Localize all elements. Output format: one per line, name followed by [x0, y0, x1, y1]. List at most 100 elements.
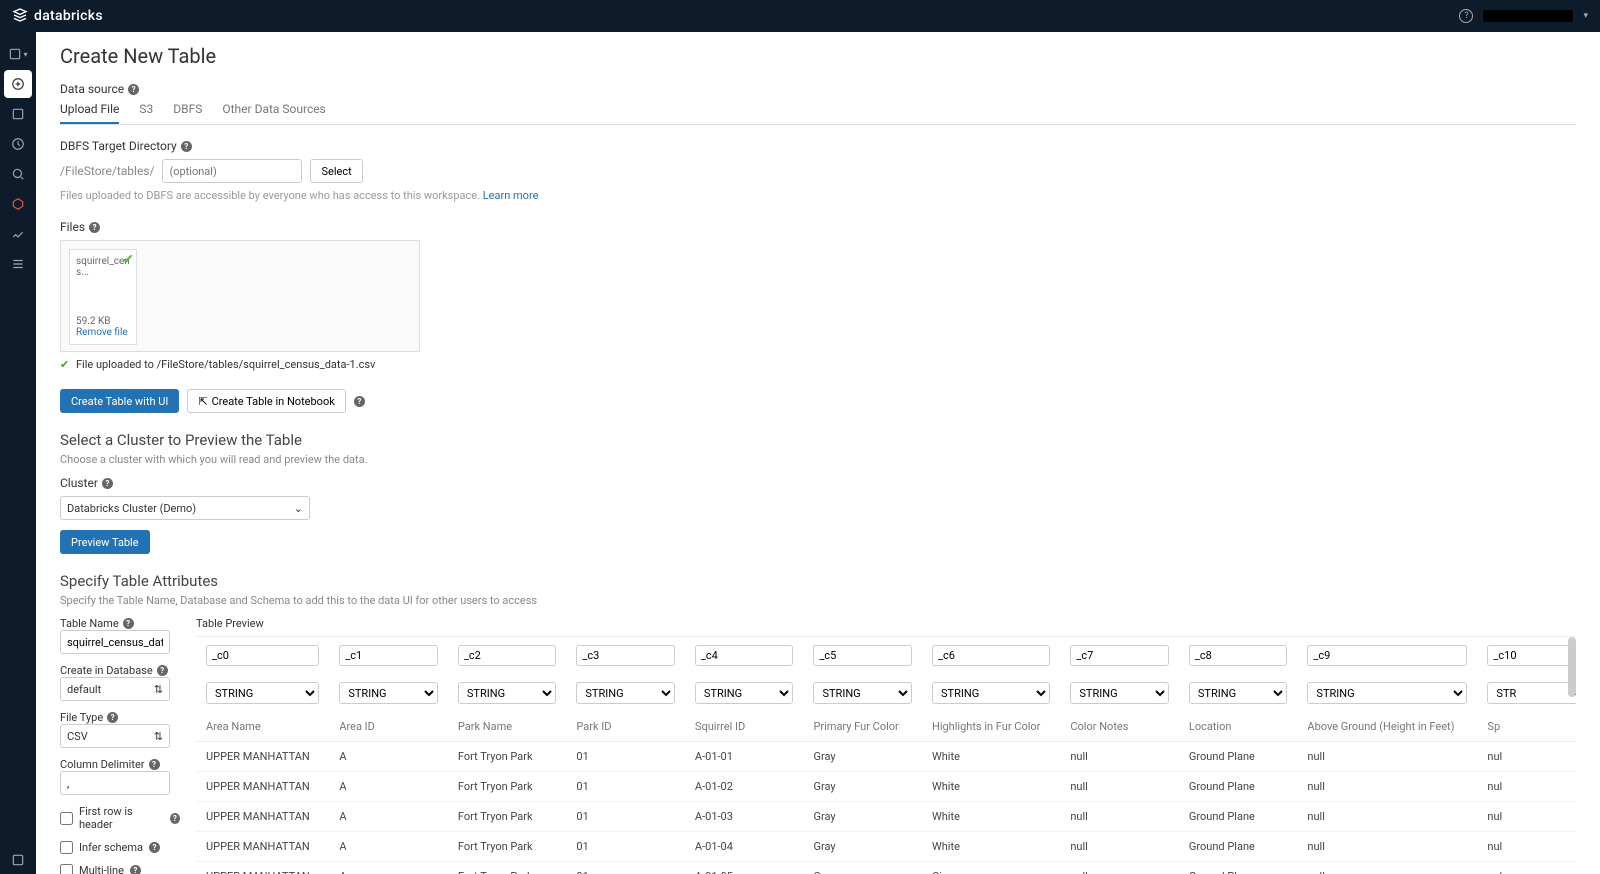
table-cell: A [329, 772, 448, 802]
dbfs-path-input[interactable] [162, 159, 302, 183]
tab-dbfs[interactable]: DBFS [173, 102, 202, 124]
table-row: UPPER MANHATTANAFort Tryon Park01A-01-04… [196, 832, 1576, 862]
table-cell: null [1297, 742, 1477, 772]
table-cell: Ground Plane [1179, 802, 1298, 832]
info-icon[interactable]: ? [149, 842, 160, 853]
table-row: UPPER MANHATTANAFort Tryon Park01A-01-02… [196, 772, 1576, 802]
column-type-select[interactable]: STRING [1189, 682, 1288, 704]
info-icon[interactable]: ? [130, 865, 141, 874]
filetype-select[interactable]: CSV⇅ [60, 724, 170, 748]
table-cell: Fort Tryon Park [448, 802, 567, 832]
column-type-select[interactable]: STR [1487, 682, 1576, 704]
tab-s3[interactable]: S3 [139, 102, 153, 124]
table-cell: UPPER MANHATTAN [196, 802, 329, 832]
attributes-panel: Table Name? Create in Database? default⇅… [60, 617, 180, 874]
cluster-sub: Choose a cluster with which you will rea… [60, 453, 1576, 466]
info-icon[interactable]: ? [170, 813, 180, 824]
create-table-ui-button[interactable]: Create Table with UI [60, 389, 179, 413]
sidebar-item-workspace[interactable] [4, 100, 32, 128]
sidebar: ▾ [0, 32, 36, 874]
sidebar-item-bottom[interactable] [4, 846, 32, 874]
sidebar-item-search[interactable] [4, 160, 32, 188]
column-type-select[interactable]: STRING [1070, 682, 1169, 704]
column-type-select[interactable]: STRING [932, 682, 1050, 704]
info-icon[interactable]: ? [89, 222, 100, 233]
create-table-notebook-button[interactable]: ⇱ Create Table in Notebook [187, 389, 345, 413]
attrs-title: Specify Table Attributes [60, 572, 1576, 590]
column-name-input[interactable] [206, 645, 319, 666]
table-cell: 01 [566, 862, 685, 874]
table-cell: A-01-03 [685, 802, 804, 832]
chevron-down-icon[interactable]: ▾ [1583, 11, 1588, 21]
column-type-select[interactable]: STRING [206, 682, 319, 704]
checkbox[interactable] [60, 812, 73, 825]
column-name-input[interactable] [813, 645, 912, 666]
sidebar-item-recents[interactable] [4, 130, 32, 158]
column-name-input[interactable] [576, 645, 675, 666]
column-name-input[interactable] [458, 645, 557, 666]
cluster-select[interactable]: Databricks Cluster (Demo) ⌄ [60, 496, 310, 520]
remove-file-link[interactable]: Remove file [76, 327, 130, 338]
info-icon[interactable]: ? [157, 665, 168, 676]
column-type-select[interactable]: STRING [813, 682, 912, 704]
table-name-input[interactable] [60, 630, 170, 654]
column-header: Park Name [448, 712, 567, 742]
multi-line-checkbox[interactable]: Multi-line ? [60, 864, 180, 874]
first-row-header-checkbox[interactable]: First row is header ? [60, 805, 180, 831]
column-type-select[interactable]: STRING [339, 682, 438, 704]
table-cell: 01 [566, 772, 685, 802]
tab-other[interactable]: Other Data Sources [222, 102, 325, 124]
sidebar-item-menu[interactable]: ▾ [4, 40, 32, 68]
page-title: Create New Table [60, 44, 1576, 68]
info-icon[interactable]: ? [354, 396, 365, 407]
db-value: default [67, 683, 101, 696]
sidebar-item-compute[interactable] [4, 220, 32, 248]
help-icon[interactable]: ? [1459, 9, 1473, 23]
column-name-input[interactable] [1189, 645, 1288, 666]
sidebar-item-create[interactable] [4, 70, 32, 98]
info-icon[interactable]: ? [149, 759, 160, 770]
column-type-select[interactable]: STRING [1307, 682, 1467, 704]
sidebar-item-jobs[interactable] [4, 250, 32, 278]
upload-dropzone[interactable]: ✔ squirrel_cens... 59.2 KB Remove file [60, 240, 420, 352]
file-size: 59.2 KB [76, 316, 130, 327]
sidebar-item-data[interactable] [4, 190, 32, 218]
info-icon[interactable]: ? [123, 618, 134, 629]
delimiter-input[interactable] [60, 771, 170, 795]
column-type-select[interactable]: STRING [458, 682, 557, 704]
checkbox[interactable] [60, 841, 73, 854]
external-icon: ⇱ [198, 395, 207, 408]
db-label: Create in Database [60, 664, 153, 677]
tab-upload-file[interactable]: Upload File [60, 102, 119, 124]
user-menu[interactable] [1483, 10, 1573, 22]
column-name-input[interactable] [695, 645, 794, 666]
column-type-select[interactable]: STRING [695, 682, 794, 704]
cb-label: Infer schema [79, 841, 143, 854]
infer-schema-checkbox[interactable]: Infer schema ? [60, 841, 180, 854]
table-cell: Cinnamon [922, 862, 1060, 874]
preview-label: Table Preview [196, 617, 1576, 630]
preview-table-button[interactable]: Preview Table [60, 530, 150, 554]
table-cell: Fort Tryon Park [448, 862, 567, 874]
column-name-input[interactable] [932, 645, 1050, 666]
database-select[interactable]: default⇅ [60, 677, 170, 701]
table-cell: Gray [803, 772, 922, 802]
column-header: Primary Fur Color [803, 712, 922, 742]
info-icon[interactable]: ? [102, 478, 113, 489]
info-icon[interactable]: ? [128, 84, 139, 95]
checkbox[interactable] [60, 864, 73, 874]
table-cell: null [1297, 862, 1477, 874]
cb-label: Multi-line [79, 864, 124, 874]
dbfs-select-button[interactable]: Select [310, 159, 362, 183]
info-icon[interactable]: ? [107, 712, 118, 723]
info-icon[interactable]: ? [181, 141, 192, 152]
column-name-input[interactable] [1070, 645, 1169, 666]
column-name-input[interactable] [339, 645, 438, 666]
column-type-select[interactable]: STRING [576, 682, 675, 704]
column-name-input[interactable] [1487, 645, 1576, 666]
learn-more-link[interactable]: Learn more [483, 189, 539, 202]
vertical-scrollbar[interactable] [1568, 637, 1576, 697]
table-cell: 01 [566, 742, 685, 772]
filetype-value: CSV [67, 730, 88, 743]
column-name-input[interactable] [1307, 645, 1467, 666]
